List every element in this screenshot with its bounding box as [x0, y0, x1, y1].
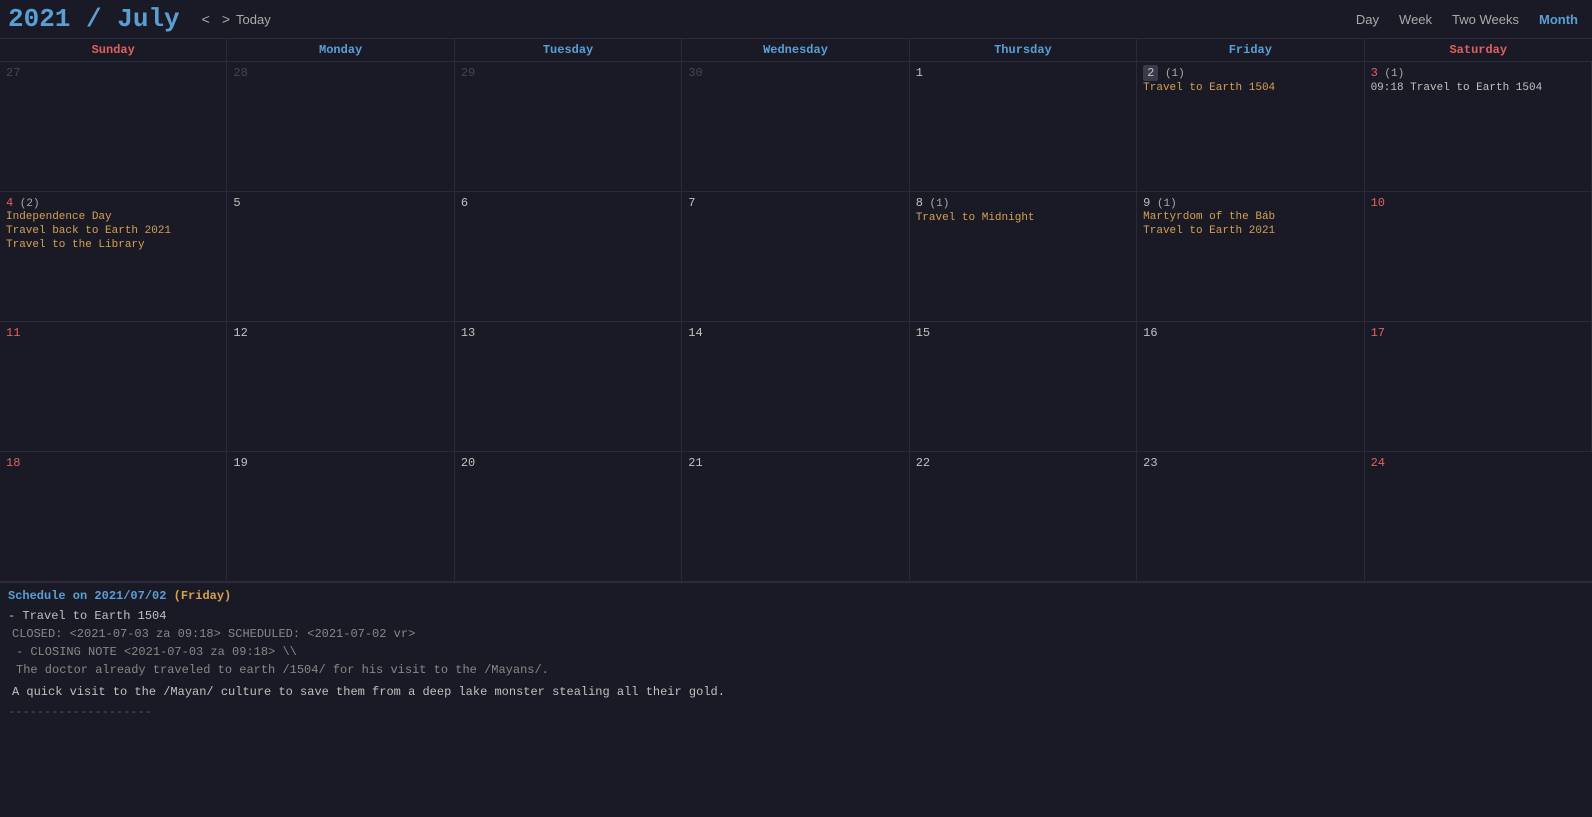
cell-day-number: 23 [1143, 456, 1157, 470]
schedule-title-text: Schedule on 2021/07/02 [8, 589, 166, 603]
day-header-sunday: Sunday [0, 39, 227, 61]
title-month: July [117, 4, 179, 34]
cal-cell-11[interactable]: 8 (1) Travel to Midnight [910, 192, 1137, 322]
schedule-title-day: (Friday) [174, 589, 232, 603]
cal-cell-19[interactable]: 16 [1137, 322, 1364, 452]
day-headers-row: Sunday Monday Tuesday Wednesday Thursday… [0, 39, 1592, 62]
cal-cell-9[interactable]: 6 [455, 192, 682, 322]
view-week-button[interactable]: Week [1393, 10, 1438, 29]
day-header-saturday: Saturday [1365, 39, 1592, 61]
cal-cell-24[interactable]: 21 [682, 452, 909, 582]
cell-holiday: Independence Day [6, 211, 220, 223]
cal-cell-0[interactable]: 27 [0, 62, 227, 192]
calendar-header: 2021 / July < > Today Day Week Two Weeks… [0, 0, 1592, 39]
cell-day-number: 15 [916, 326, 930, 340]
cal-cell-10[interactable]: 7 [682, 192, 909, 322]
title-year: 2021 [8, 4, 70, 34]
cal-cell-3[interactable]: 30 [682, 62, 909, 192]
cell-day-number: 11 [6, 326, 20, 340]
cal-cell-22[interactable]: 19 [227, 452, 454, 582]
cell-day-number: 6 [461, 196, 468, 210]
cal-cell-17[interactable]: 14 [682, 322, 909, 452]
day-header-friday: Friday [1137, 39, 1364, 61]
cal-cell-12[interactable]: 9 (1)Martyrdom of the BábTravel to Earth… [1137, 192, 1364, 322]
cal-cell-7[interactable]: 4 (2)Independence DayTravel back to Eart… [0, 192, 227, 322]
cell-event[interactable]: Travel to Earth 2021 [1143, 225, 1357, 237]
cal-cell-16[interactable]: 13 [455, 322, 682, 452]
view-two-weeks-button[interactable]: Two Weeks [1446, 10, 1525, 29]
schedule-divider: -------------------- [8, 705, 1584, 719]
cell-event[interactable]: Travel to Earth 1504 [1143, 82, 1357, 94]
cal-cell-6[interactable]: 3 (1) 09:18 Travel to Earth 1504 [1365, 62, 1592, 192]
calendar-grid: 2728293012 (1)Travel to Earth 15043 (1)0… [0, 62, 1592, 582]
cal-cell-1[interactable]: 28 [227, 62, 454, 192]
cell-day-number: 14 [688, 326, 702, 340]
schedule-desc: A quick visit to the /Mayan/ culture to … [12, 685, 1584, 699]
cal-cell-15[interactable]: 12 [227, 322, 454, 452]
cell-day-number: 10 [1371, 196, 1385, 210]
calendar-title: 2021 / July [8, 4, 180, 34]
day-header-wednesday: Wednesday [682, 39, 909, 61]
view-day-button[interactable]: Day [1350, 10, 1385, 29]
cell-badge: (1) [1378, 68, 1404, 80]
cell-day-number: 3 [1371, 66, 1378, 80]
nav-next-button[interactable]: > [216, 9, 236, 29]
cal-cell-25[interactable]: 22 [910, 452, 1137, 582]
cell-day-number: 22 [916, 456, 930, 470]
schedule-meta: CLOSED: <2021-07-03 za 09:18> SCHEDULED:… [12, 627, 1584, 641]
schedule-title: Schedule on 2021/07/02 (Friday) [8, 589, 1584, 603]
cell-day-number: 21 [688, 456, 702, 470]
cell-day-number: 17 [1371, 326, 1385, 340]
day-header-tuesday: Tuesday [455, 39, 682, 61]
cal-cell-20[interactable]: 17 [1365, 322, 1592, 452]
view-buttons-group: Day Week Two Weeks Month [1350, 10, 1584, 29]
cell-day-number: 12 [233, 326, 247, 340]
cell-day-number: 30 [688, 66, 702, 80]
nav-prev-button[interactable]: < [196, 9, 216, 29]
view-month-button[interactable]: Month [1533, 10, 1584, 29]
day-header-monday: Monday [227, 39, 454, 61]
schedule-item-title: - Travel to Earth 1504 [8, 609, 1584, 623]
cell-badge: (1) [1150, 198, 1176, 210]
cell-day-number: 1 [916, 66, 923, 80]
schedule-note-0: - CLOSING NOTE <2021-07-03 za 09:18> \\ [16, 645, 1584, 659]
cell-day-number: 16 [1143, 326, 1157, 340]
cell-badge: (2) [13, 198, 39, 210]
cell-day-number: 18 [6, 456, 20, 470]
cal-cell-21[interactable]: 18 [0, 452, 227, 582]
cell-badge: (1) [1158, 68, 1184, 80]
cell-day-number: 13 [461, 326, 475, 340]
schedule-panel: Schedule on 2021/07/02 (Friday) - Travel… [0, 582, 1592, 725]
cell-day-number: 8 [916, 196, 923, 210]
cell-day-number: 28 [233, 66, 247, 80]
cell-day-number: 27 [6, 66, 20, 80]
title-slash: / [70, 4, 117, 34]
cal-cell-13[interactable]: 10 [1365, 192, 1592, 322]
cell-day-number: 2 [1143, 65, 1158, 81]
cell-event[interactable]: Travel to Midnight [916, 212, 1130, 224]
cal-cell-5[interactable]: 2 (1) Travel to Earth 1504 [1137, 62, 1364, 192]
cell-day-number: 19 [233, 456, 247, 470]
cell-day-number: 29 [461, 66, 475, 80]
cell-day-number: 24 [1371, 456, 1385, 470]
cell-event[interactable]: 09:18 Travel to Earth 1504 [1371, 82, 1585, 94]
cell-event[interactable]: Travel back to Earth 2021 [6, 225, 220, 237]
cal-cell-2[interactable]: 29 [455, 62, 682, 192]
cal-cell-26[interactable]: 23 [1137, 452, 1364, 582]
day-header-thursday: Thursday [910, 39, 1137, 61]
cell-day-number: 5 [233, 196, 240, 210]
cal-cell-27[interactable]: 24 [1365, 452, 1592, 582]
cal-cell-8[interactable]: 5 [227, 192, 454, 322]
nav-today-button[interactable]: Today [236, 12, 271, 27]
cal-cell-14[interactable]: 11 [0, 322, 227, 452]
cell-day-number: 7 [688, 196, 695, 210]
cell-event[interactable]: Travel to the Library [6, 239, 220, 251]
cell-holiday: Martyrdom of the Báb [1143, 211, 1357, 223]
cal-cell-4[interactable]: 1 [910, 62, 1137, 192]
cell-badge: (1) [923, 198, 949, 210]
cell-day-number: 20 [461, 456, 475, 470]
schedule-note-1: The doctor already traveled to earth /15… [16, 663, 1584, 677]
cal-cell-23[interactable]: 20 [455, 452, 682, 582]
cal-cell-18[interactable]: 15 [910, 322, 1137, 452]
